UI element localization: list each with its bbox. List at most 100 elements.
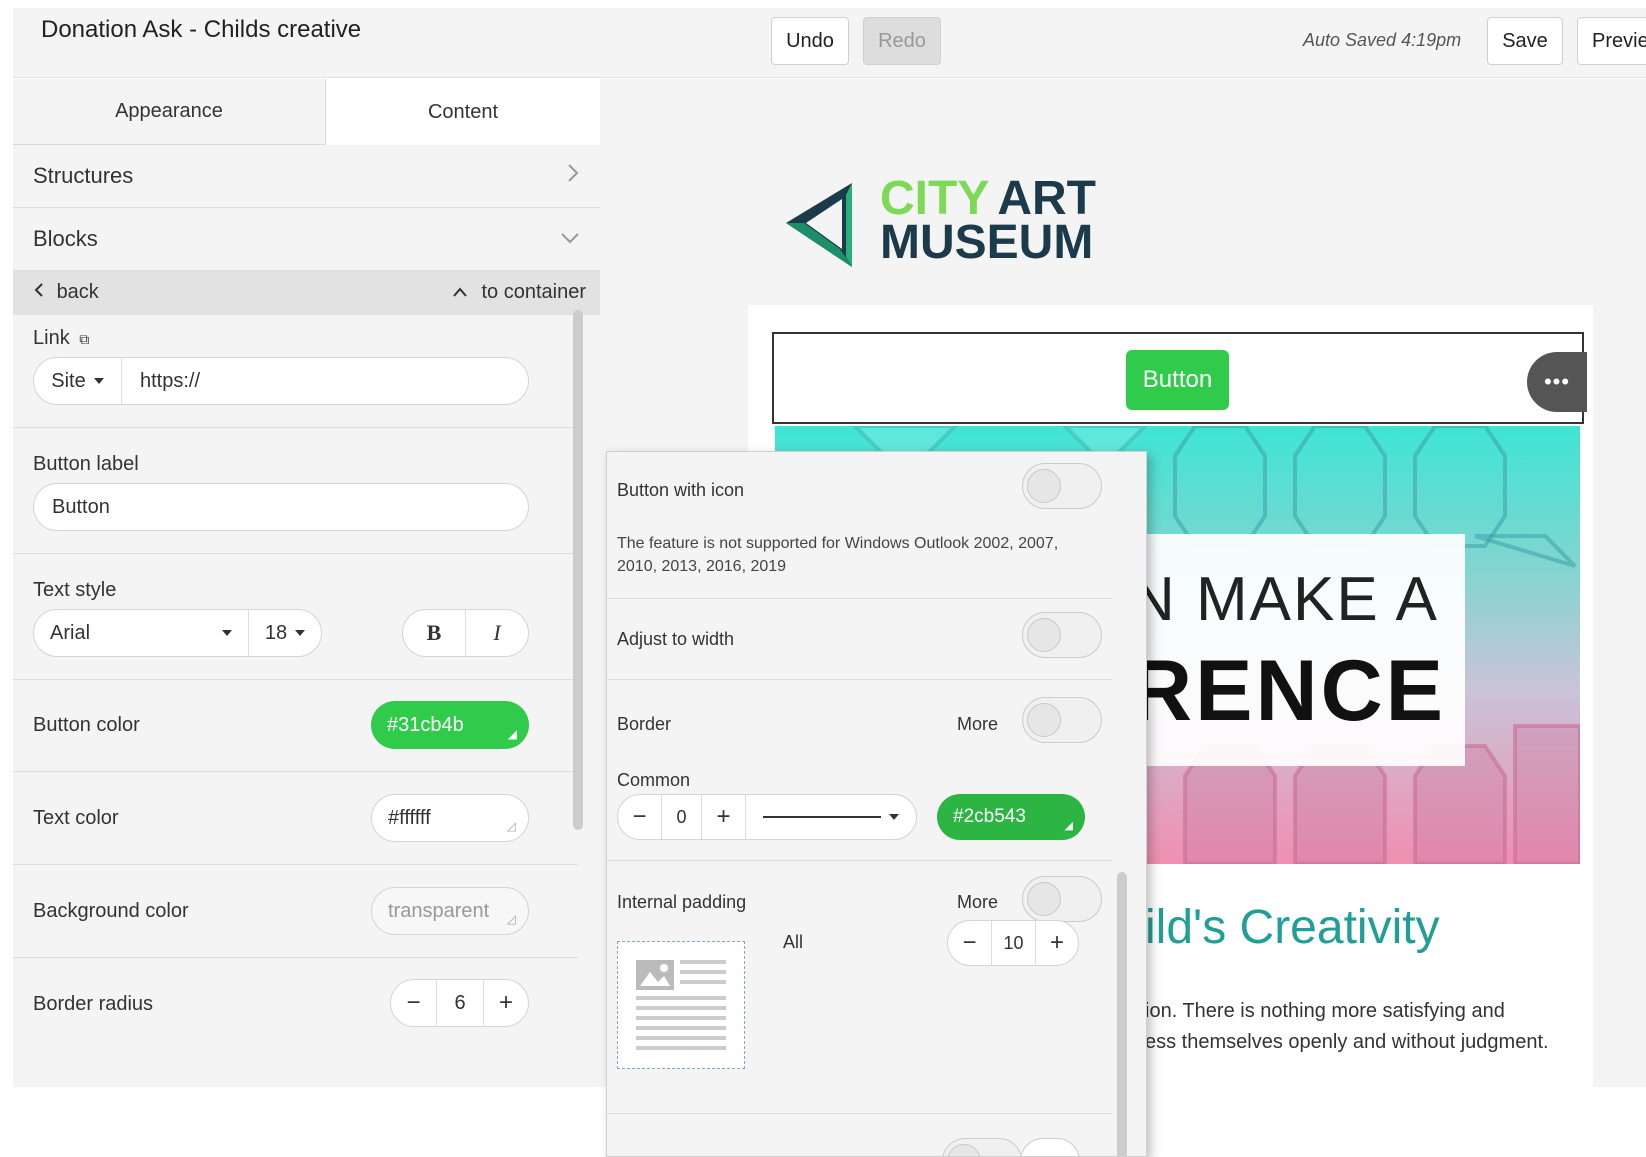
- link-input-group: Site https://: [33, 357, 529, 405]
- button-settings-popup: Button with icon The feature is not supp…: [606, 451, 1147, 1157]
- partial-toggle[interactable]: [942, 1138, 1022, 1156]
- padding-stepper: − 10 +: [947, 920, 1079, 966]
- hero-text-card: N MAKE A RENCE: [1130, 534, 1465, 766]
- toggle-knob: [1027, 882, 1061, 916]
- email-headline: ild's Creativity: [1145, 901, 1440, 954]
- padding-increment[interactable]: +: [1036, 921, 1078, 965]
- preview-button[interactable]: Previe: [1577, 17, 1646, 65]
- chevron-up-icon: [453, 287, 467, 297]
- city-art-museum-logo: CITY ART MUSEUM: [780, 175, 1100, 280]
- font-family-select[interactable]: Arial: [34, 610, 249, 656]
- button-label-label: Button label: [33, 453, 139, 475]
- to-container-label: to container: [481, 281, 586, 303]
- tab-content[interactable]: Content: [326, 79, 600, 145]
- hero-line-2: RENCE: [1130, 643, 1447, 739]
- settings-panel: Appearance Content Structures Blocks bac…: [13, 79, 600, 1087]
- email-button[interactable]: Button: [1126, 350, 1229, 410]
- caret-down-icon: [295, 630, 306, 636]
- font-size-value: 18: [264, 621, 288, 644]
- divider: [13, 427, 578, 428]
- padding-value[interactable]: 10: [992, 921, 1036, 965]
- link-type-value: Site: [51, 369, 86, 392]
- border-color-value: #2cb543: [953, 806, 1026, 827]
- border-radius-increment[interactable]: +: [484, 980, 528, 1026]
- logo-museum-text: MUSEUM: [880, 216, 1094, 269]
- popup-scrollbar[interactable]: [1117, 872, 1127, 1156]
- border-radius-decrement[interactable]: −: [391, 980, 437, 1026]
- button-with-icon-label: Button with icon: [617, 480, 745, 500]
- bold-button[interactable]: B: [403, 610, 466, 656]
- border-style-select[interactable]: [746, 795, 916, 839]
- autosave-status: Auto Saved 4:19pm: [1303, 30, 1462, 50]
- toggle-knob: [1027, 703, 1061, 737]
- padding-more-label: More: [957, 892, 999, 912]
- document-title: Donation Ask - Childs creative: [41, 16, 362, 43]
- text-format-group: B I: [402, 609, 529, 657]
- back-button[interactable]: back: [33, 281, 99, 304]
- email-paragraph-line-1: ion. There is nothing more satisfying an…: [1145, 1000, 1505, 1022]
- text-style-group: Arial 18: [33, 609, 322, 657]
- hero-line-1: N MAKE A: [1130, 565, 1439, 634]
- panel-scrollbar[interactable]: [573, 310, 583, 830]
- button-color-value: #31cb4b: [387, 713, 464, 736]
- button-with-icon-toggle[interactable]: [1022, 463, 1102, 509]
- font-size-select[interactable]: 18: [249, 610, 321, 656]
- redo-button[interactable]: Redo: [863, 17, 941, 65]
- external-link-icon: ⧉: [79, 331, 90, 347]
- block-more-button[interactable]: •••: [1527, 352, 1587, 412]
- chevron-right-icon: [566, 163, 580, 189]
- padding-preview-icon: [617, 941, 745, 1069]
- partial-control[interactable]: [1020, 1138, 1080, 1156]
- border-width-increment[interactable]: +: [702, 795, 746, 839]
- background-color-value: transparent: [388, 899, 490, 922]
- border-width-value[interactable]: 0: [662, 795, 702, 839]
- border-radius-label: Border radius: [33, 993, 154, 1015]
- chevron-down-icon: [560, 228, 580, 251]
- blocks-section[interactable]: Blocks: [13, 208, 600, 271]
- link-type-select[interactable]: Site: [34, 358, 122, 404]
- padding-decrement[interactable]: −: [948, 921, 992, 965]
- border-more-toggle[interactable]: [1022, 697, 1102, 743]
- background-color-picker[interactable]: transparent ◿: [371, 887, 529, 935]
- link-label-text: Link: [33, 327, 70, 349]
- font-family-value: Arial: [50, 621, 91, 644]
- text-color-label: Text color: [33, 807, 119, 829]
- divider: [607, 1113, 1112, 1114]
- top-bar: Donation Ask - Childs creative Undo Redo…: [13, 8, 1646, 78]
- email-paragraph-line-2: ess themselves openly and without judgme…: [1145, 1031, 1549, 1053]
- link-url-input[interactable]: https://: [122, 358, 528, 404]
- block-nav-bar: back to container: [13, 271, 600, 315]
- adjust-to-width-toggle[interactable]: [1022, 612, 1102, 658]
- to-container-button[interactable]: to container: [452, 281, 586, 304]
- padding-more-toggle[interactable]: [1022, 876, 1102, 922]
- divider: [13, 771, 578, 772]
- border-width-decrement[interactable]: −: [618, 795, 662, 839]
- button-label-input[interactable]: Button: [33, 483, 529, 531]
- border-width-group: − 0 +: [617, 794, 917, 840]
- tab-appearance[interactable]: Appearance: [13, 79, 326, 145]
- save-button[interactable]: Save: [1487, 17, 1563, 65]
- icon-support-note: The feature is not supported for Windows…: [617, 535, 1059, 575]
- text-color-picker[interactable]: #ffffff ◿: [371, 794, 529, 842]
- button-color-label: Button color: [33, 714, 140, 736]
- resize-corner-icon: ◢: [507, 727, 517, 741]
- caret-down-icon: [93, 378, 104, 384]
- italic-button[interactable]: I: [466, 610, 528, 656]
- background-color-label: Background color: [33, 900, 189, 922]
- text-color-value: #ffffff: [388, 806, 431, 829]
- border-radius-stepper: − 6 +: [390, 979, 529, 1027]
- text-style-label: Text style: [33, 579, 117, 601]
- structures-section[interactable]: Structures: [13, 145, 600, 208]
- caret-down-icon: [889, 814, 899, 820]
- resize-corner-icon: ◿: [506, 912, 516, 926]
- selected-button-block[interactable]: Button •••: [772, 332, 1587, 424]
- divider: [607, 679, 1112, 680]
- button-color-picker[interactable]: #31cb4b ◢: [371, 701, 529, 749]
- undo-button[interactable]: Undo: [771, 17, 849, 65]
- padding-all-label: All: [783, 932, 804, 952]
- toggle-knob: [1027, 469, 1061, 503]
- border-color-picker[interactable]: #2cb543 ◢: [937, 794, 1085, 840]
- back-label: back: [56, 281, 99, 303]
- border-radius-value[interactable]: 6: [437, 980, 484, 1026]
- divider: [13, 553, 578, 554]
